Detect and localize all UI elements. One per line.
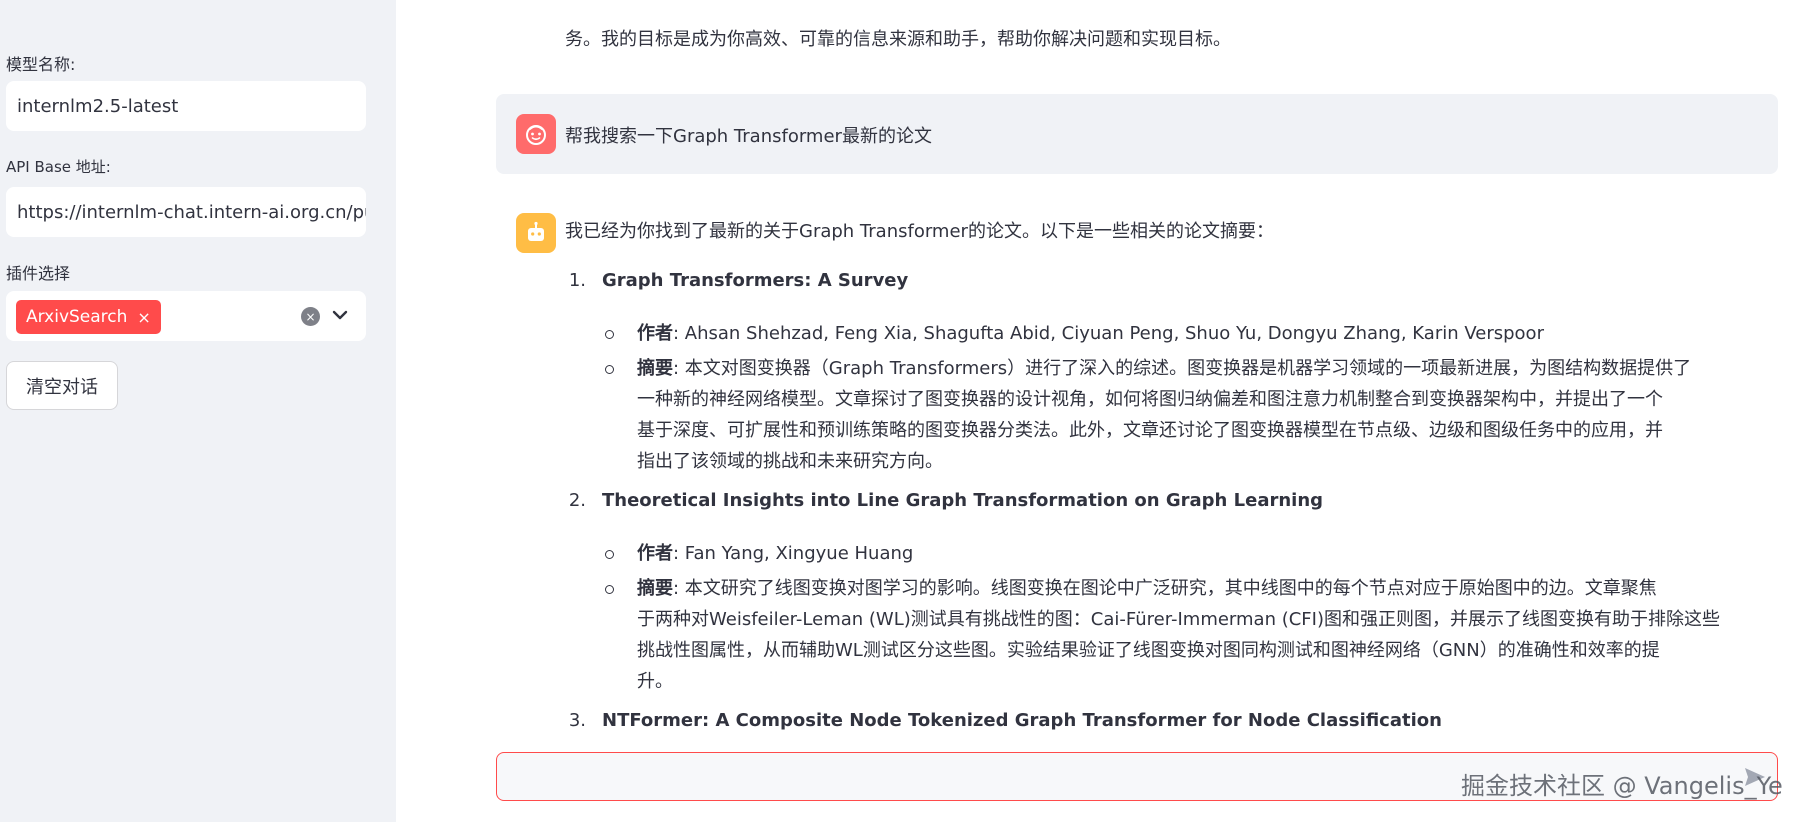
plugin-tag-arxivsearch: ArxivSearch × xyxy=(16,300,161,334)
paper-abstract: 摘要: 本文研究了线图变换对图学习的影响。线图变换在图论中广泛研究，其中线图中的… xyxy=(637,573,1787,697)
abstract-key: 摘要 xyxy=(637,358,673,379)
api-base-input[interactable]: https://internlm-chat.intern-ai.org.cn/p… xyxy=(6,187,366,237)
bullet-icon xyxy=(605,550,614,559)
paper-authors-text: : Ahsan Shehzad, Feng Xia, Shagufta Abid… xyxy=(673,323,1544,344)
abstract-line: 指出了该领域的挑战和未来研究方向。 xyxy=(637,451,943,472)
paper-authors: 作者: Ahsan Shehzad, Feng Xia, Shagufta Ab… xyxy=(637,318,1544,349)
author-key: 作者 xyxy=(637,323,673,344)
clear-chat-button[interactable]: 清空对话 xyxy=(6,361,118,410)
list-number: 2. xyxy=(568,490,586,511)
user-avatar-icon xyxy=(516,114,556,154)
paper-title: Graph Transformers: A Survey xyxy=(602,270,909,291)
plugin-multiselect[interactable]: ArxivSearch × × xyxy=(6,291,366,341)
abstract-line: 挑战性图属性，从而辅助WL测试区分这些图。实验结果验证了线图变换对图同构测试和图… xyxy=(637,640,1660,661)
list-number: 1. xyxy=(568,270,586,291)
paper-authors: 作者: Fan Yang, Xingyue Huang xyxy=(637,538,913,569)
abstract-line: : 本文对图变换器（Graph Transformers）进行了深入的综述。图变… xyxy=(673,358,1692,379)
bullet-icon xyxy=(605,365,614,374)
paper-title: Theoretical Insights into Line Graph Tra… xyxy=(602,490,1324,511)
chat-area: 务。我的目标是成为你高效、可靠的信息来源和助手，帮助你解决问题和实现目标。 帮我… xyxy=(396,0,1809,822)
paper-authors-text: : Fan Yang, Xingyue Huang xyxy=(673,543,914,564)
user-message-text: 帮我搜索一下Graph Transformer最新的论文 xyxy=(565,126,932,147)
chevron-down-icon[interactable] xyxy=(330,303,350,327)
clear-all-icon[interactable]: × xyxy=(301,307,320,326)
watermark: 掘金技术社区 @ Vangelis_Ye xyxy=(1461,772,1783,800)
api-base-label: API Base 地址: xyxy=(6,158,111,176)
list-number: 3. xyxy=(568,710,586,731)
paper-title: NTFormer: A Composite Node Tokenized Gra… xyxy=(602,710,1442,731)
plugin-select-label: 插件选择 xyxy=(6,264,71,283)
api-base-value: https://internlm-chat.intern-ai.org.cn/p… xyxy=(17,201,366,223)
model-name-label: 模型名称: xyxy=(6,55,76,74)
abstract-key: 摘要 xyxy=(637,578,673,599)
sidebar: 模型名称: internlm2.5-latest API Base 地址: ht… xyxy=(0,0,396,822)
bullet-icon xyxy=(605,330,614,339)
plugin-tag-label: ArxivSearch xyxy=(26,307,128,327)
author-key: 作者 xyxy=(637,543,673,564)
tag-remove-icon[interactable]: × xyxy=(137,308,150,327)
abstract-line: 一种新的神经网络模型。文章探讨了图变换器的设计视角，如何将图归纳偏差和图注意力机… xyxy=(637,389,1663,410)
assistant-avatar-icon xyxy=(516,213,556,253)
bullet-icon xyxy=(605,585,614,594)
abstract-line: 基于深度、可扩展性和预训练策略的图变换器分类法。此外，文章还讨论了图变换器模型在… xyxy=(637,420,1663,441)
abstract-line: 于两种对Weisfeiler-Leman (WL)测试具有挑战性的图：Cai-F… xyxy=(637,609,1720,630)
model-name-input[interactable]: internlm2.5-latest xyxy=(6,81,366,131)
model-name-value: internlm2.5-latest xyxy=(17,95,179,117)
previous-message-tail: 务。我的目标是成为你高效、可靠的信息来源和助手，帮助你解决问题和实现目标。 xyxy=(565,29,1231,50)
abstract-line: : 本文研究了线图变换对图学习的影响。线图变换在图论中广泛研究，其中线图中的每个… xyxy=(673,578,1657,599)
paper-abstract: 摘要: 本文对图变换器（Graph Transformers）进行了深入的综述。… xyxy=(637,353,1787,477)
user-message: 帮我搜索一下Graph Transformer最新的论文 xyxy=(496,94,1778,174)
assistant-intro: 我已经为你找到了最新的关于Graph Transformer的论文。以下是一些相… xyxy=(565,221,1274,242)
abstract-line: 升。 xyxy=(637,671,673,692)
